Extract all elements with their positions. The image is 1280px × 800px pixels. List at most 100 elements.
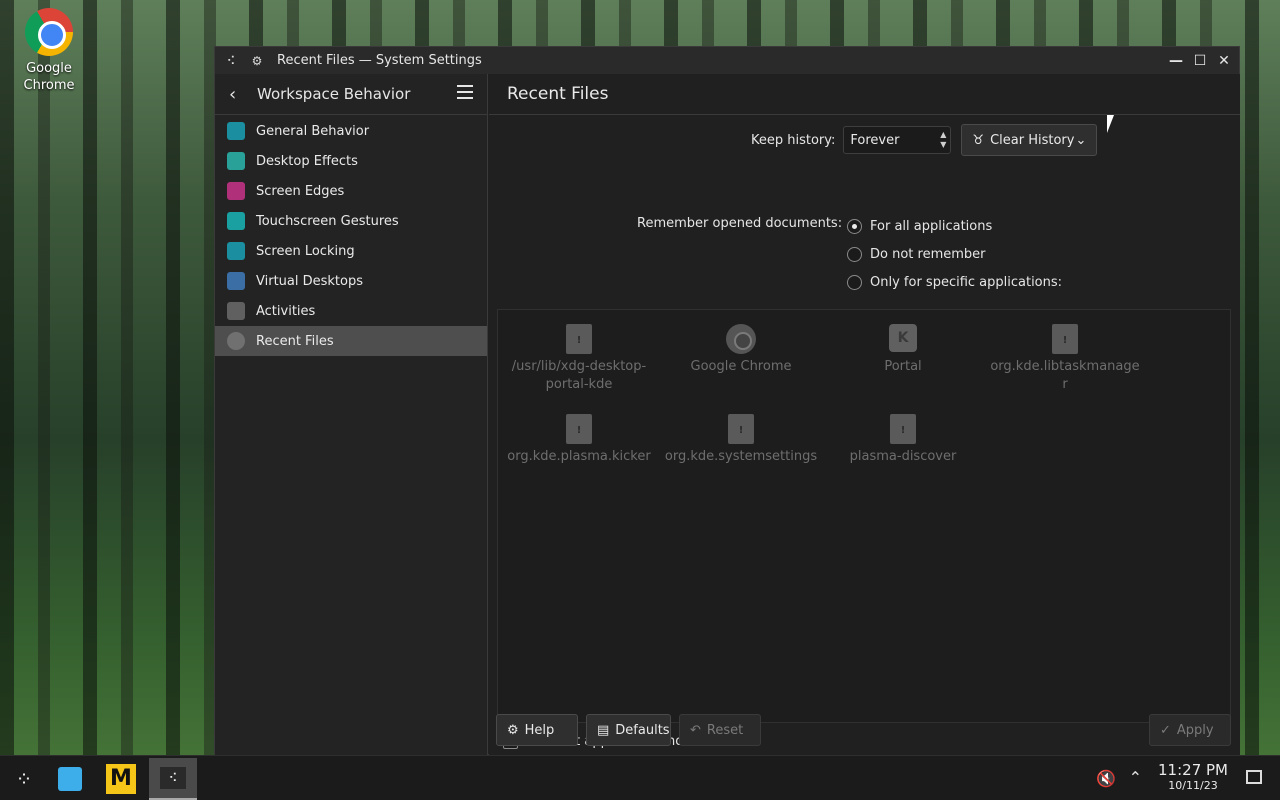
keep-history-spinbox[interactable]: Forever ▲ ▼ — [843, 126, 952, 154]
close-button[interactable]: ✕ — [1213, 50, 1235, 72]
radio-button[interactable] — [847, 275, 862, 290]
system-settings-window: ⠪ ⚙ Recent Files — System Settings — ☐ ✕… — [214, 46, 1240, 756]
app-label: portal-kde — [545, 377, 613, 392]
app-label: plasma-discover — [849, 449, 957, 464]
app-item[interactable]: Google Chrome — [660, 324, 822, 376]
sidebar-item-label: Screen Edges — [256, 183, 345, 199]
radio-do-not-remember[interactable]: Do not remember — [847, 247, 986, 262]
document-icon — [728, 414, 754, 444]
sidebar-item-virtual-desktops[interactable]: Virtual Desktops — [215, 266, 487, 296]
app-item[interactable]: org.kde.plasma.kicker — [498, 414, 660, 466]
back-arrow-icon[interactable]: ‹ — [229, 84, 249, 105]
minimize-button[interactable]: — — [1165, 50, 1187, 72]
sidebar: ‹ Workspace Behavior General Behavior De… — [215, 74, 488, 756]
apply-label: Apply — [1176, 722, 1214, 738]
general-behavior-icon — [227, 122, 245, 140]
desktop-effects-icon — [227, 152, 245, 170]
sidebar-item-desktop-effects[interactable]: Desktop Effects — [215, 146, 487, 176]
sidebar-item-label: Screen Locking — [256, 243, 355, 259]
sidebar-item-touchscreen-gestures[interactable]: Touchscreen Gestures — [215, 206, 487, 236]
radio-button[interactable] — [847, 219, 862, 234]
remember-label: Remember opened documents: — [637, 216, 843, 231]
main-panel: Recent Files Keep history: Forever ▲ ▼ ♉ … — [489, 74, 1240, 756]
sidebar-item-general-behavior[interactable]: General Behavior — [215, 116, 487, 146]
show-desktop-icon[interactable] — [1246, 770, 1262, 784]
clear-history-label: Clear History — [990, 132, 1075, 148]
chevron-up-icon[interactable]: ⌃ — [1129, 768, 1142, 787]
radio-all-apps[interactable]: For all applications — [847, 219, 992, 234]
defaults-button[interactable]: ▤ Defaults — [586, 714, 671, 746]
virtual-desktops-icon — [227, 272, 245, 290]
m-app-task[interactable]: M — [97, 758, 145, 800]
screen-edges-icon — [227, 182, 245, 200]
page-header: Recent Files — [489, 74, 1240, 115]
spin-arrows-icon[interactable]: ▲ ▼ — [940, 130, 946, 150]
reset-label: Reset — [706, 722, 744, 738]
window-titlebar[interactable]: ⠪ ⚙ Recent Files — System Settings — ☐ ✕ — [215, 47, 1239, 74]
minimize-icon: — — [1169, 53, 1183, 69]
sidebar-item-activities[interactable]: Activities — [215, 296, 487, 326]
kde-icon: K — [889, 324, 917, 352]
app-item[interactable]: org.kde.libtaskmanage r — [984, 324, 1146, 394]
settings-gear-icon: ⚙ — [251, 53, 263, 68]
reset-button[interactable]: ↶ Reset — [679, 714, 761, 746]
radio-specific-apps[interactable]: Only for specific applications: — [847, 275, 1062, 290]
launcher-icon: ⁘ — [15, 767, 33, 791]
shopping-bag-icon — [58, 767, 82, 791]
app-item[interactable]: org.kde.systemsettings — [660, 414, 822, 466]
sidebar-item-label: Desktop Effects — [256, 153, 358, 169]
document-icon — [890, 414, 916, 444]
chrome-icon — [25, 8, 73, 56]
mouse-cursor-icon — [1107, 115, 1114, 133]
maximize-button[interactable]: ☐ — [1189, 50, 1211, 72]
sidebar-item-label: Activities — [256, 303, 316, 319]
app-label: Google Chrome — [690, 359, 792, 374]
system-settings-task[interactable]: ⠪ — [149, 758, 197, 800]
discover-task[interactable] — [46, 758, 94, 800]
maximize-icon: ☐ — [1193, 53, 1207, 69]
desktop-icon-google-chrome[interactable]: Google Chrome — [8, 8, 90, 94]
document-icon — [566, 414, 592, 444]
clock[interactable]: 11:27 PM 10/11/23 — [1158, 762, 1228, 793]
keep-history-value: Forever — [850, 132, 900, 148]
application-launcher-button[interactable]: ⁘ — [0, 758, 48, 800]
app-label: Portal — [884, 359, 922, 374]
sidebar-item-recent-files[interactable]: Recent Files — [215, 326, 487, 356]
app-label: org.kde.systemsettings — [664, 449, 818, 464]
app-label: org.kde.plasma.kicker — [507, 449, 651, 464]
checkmark-icon: ✓ — [1160, 722, 1171, 738]
radio-label: Only for specific applications: — [870, 275, 1063, 290]
window-menu-icon[interactable]: ⠪ — [221, 51, 241, 71]
radio-label: Do not remember — [870, 247, 986, 262]
clear-history-button[interactable]: ♉ Clear History ⌄ — [961, 124, 1098, 156]
hamburger-menu-icon[interactable] — [457, 85, 473, 99]
radio-button[interactable] — [847, 247, 862, 262]
sidebar-item-screen-locking[interactable]: Screen Locking — [215, 236, 487, 266]
screen-locking-icon — [227, 242, 245, 260]
clock-icon — [227, 332, 245, 350]
sidebar-list: General Behavior Desktop Effects Screen … — [215, 116, 487, 356]
app-item[interactable]: K Portal — [822, 324, 984, 376]
chrome-icon — [726, 324, 756, 354]
page-title: Recent Files — [507, 84, 609, 104]
volume-muted-icon[interactable]: 🔇 — [1096, 769, 1116, 788]
sidebar-item-label: Touchscreen Gestures — [256, 213, 399, 229]
touchscreen-gestures-icon — [227, 212, 245, 230]
keep-history-label: Keep history: — [751, 132, 836, 148]
clock-time: 11:27 PM — [1158, 761, 1228, 779]
sidebar-item-screen-edges[interactable]: Screen Edges — [215, 176, 487, 206]
help-label: Help — [524, 722, 555, 738]
help-icon: ⚙ — [507, 722, 519, 738]
remember-label-row: Remember opened documents: — [637, 216, 842, 231]
app-item[interactable]: plasma-discover — [822, 414, 984, 466]
m-app-icon: M — [106, 764, 136, 794]
sidebar-item-label: General Behavior — [256, 123, 370, 139]
app-label: r — [1062, 377, 1068, 392]
defaults-label: Defaults — [615, 722, 670, 738]
apply-button[interactable]: ✓ Apply — [1149, 714, 1231, 746]
help-button[interactable]: ⚙ Help — [496, 714, 578, 746]
app-item[interactable]: /usr/lib/xdg-desktop- portal-kde — [498, 324, 660, 394]
document-icon — [1052, 324, 1078, 354]
desktop-icon-label: Google Chrome — [23, 61, 75, 93]
document-icon — [566, 324, 592, 354]
